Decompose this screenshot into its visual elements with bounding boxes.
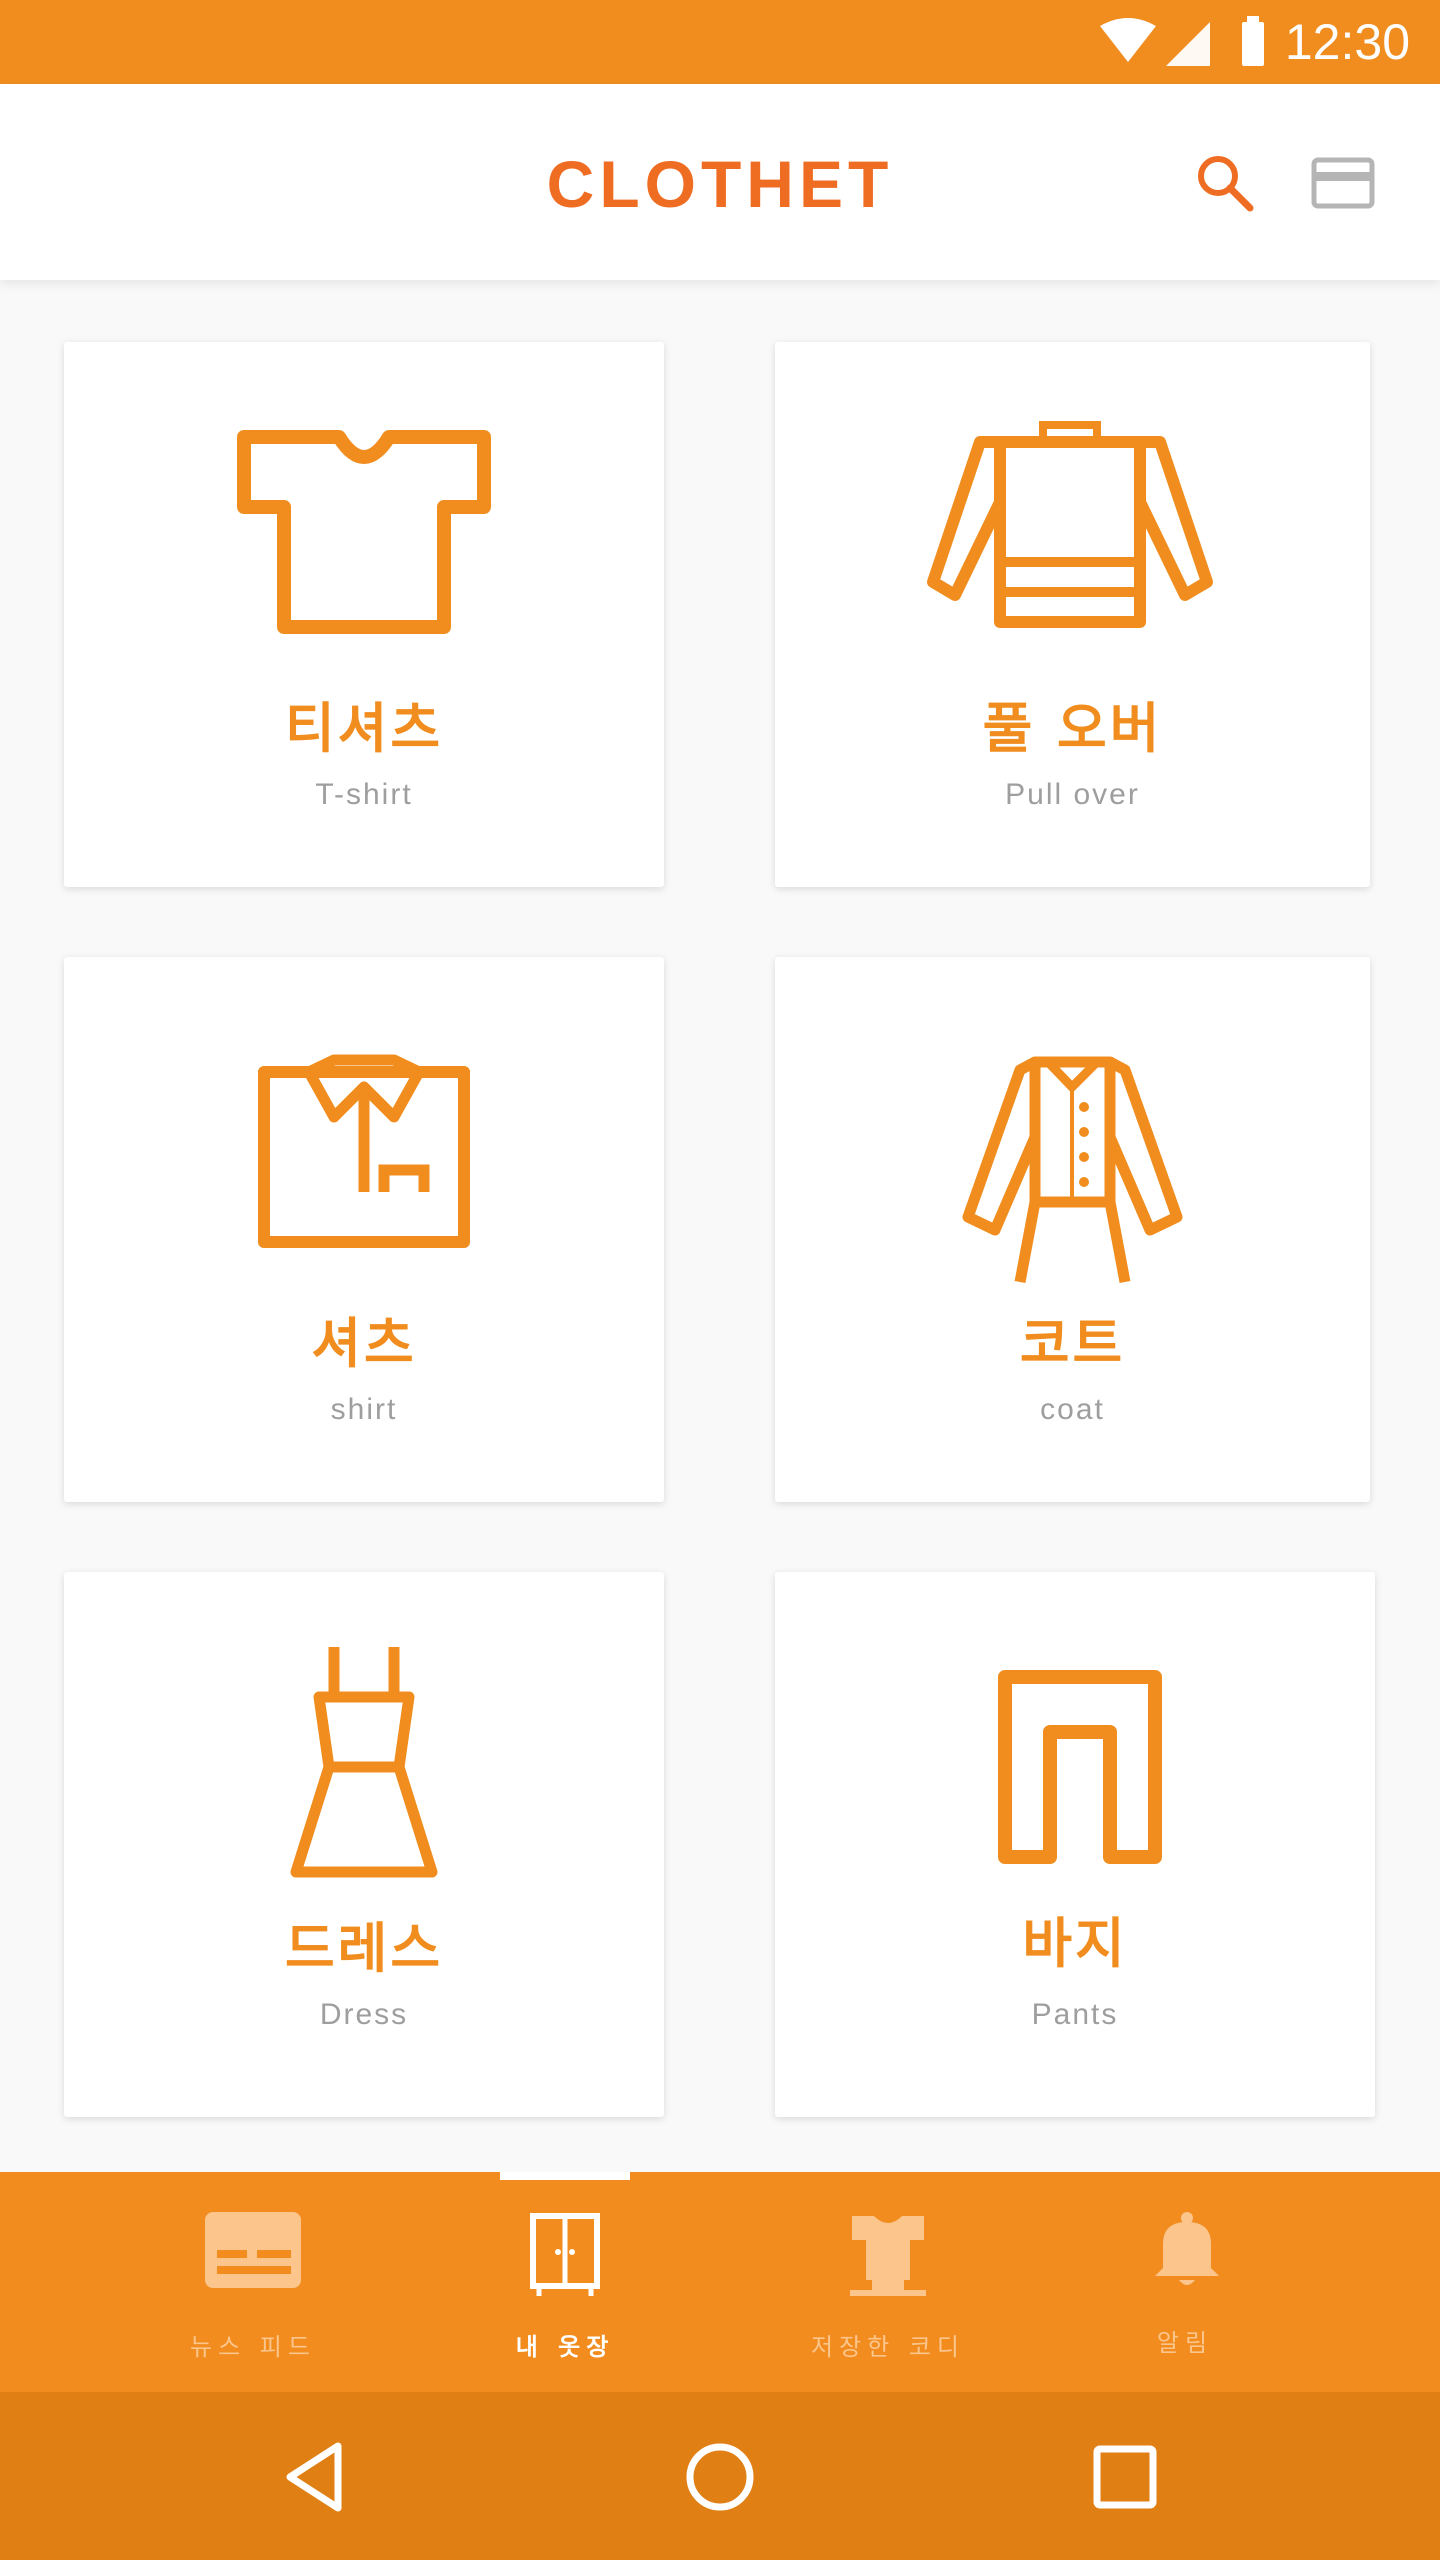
nav-label: 알림 xyxy=(1156,2329,1214,2357)
card-icon[interactable] xyxy=(1308,148,1378,218)
saved-outfit-icon xyxy=(850,2216,926,2296)
search-icon[interactable] xyxy=(1190,148,1260,218)
shirt-icon xyxy=(258,1054,470,1248)
nav-label: 저장한 코디 xyxy=(810,2333,966,2361)
back-icon[interactable] xyxy=(270,2432,360,2522)
nav-item-notifications[interactable]: 알림 xyxy=(1065,2172,1305,2392)
category-en-label: Pull over xyxy=(1005,778,1140,811)
nav-item-newsfeed[interactable]: 뉴스 피드 xyxy=(133,2172,373,2392)
status-bar: 12:30 xyxy=(0,0,1440,84)
category-en-label: coat xyxy=(1040,1393,1105,1426)
category-ko-label: 드레스 xyxy=(284,1917,444,1980)
category-en-label: T-shirt xyxy=(315,778,413,811)
category-ko-label: 티셔츠 xyxy=(284,697,444,760)
nav-item-saved-outfit[interactable]: 저장한 코디 xyxy=(768,2172,1008,2392)
tshirt-icon xyxy=(237,430,491,634)
system-navigation-bar xyxy=(0,2392,1440,2560)
home-icon[interactable] xyxy=(675,2432,765,2522)
category-card-pullover[interactable]: 풀 오버 Pull over xyxy=(775,342,1370,887)
status-time: 12:30 xyxy=(1284,14,1410,70)
coat-icon xyxy=(962,1056,1183,1284)
wifi-icon xyxy=(1100,18,1156,62)
category-card-coat[interactable]: 코트 coat xyxy=(775,957,1370,1502)
bottom-navigation: 뉴스 피드 내 옷장 저장한 코디 알림 xyxy=(0,2172,1440,2392)
category-card-tshirt[interactable]: 티셔츠 T-shirt xyxy=(64,342,664,887)
category-ko-label: 바지 xyxy=(1022,1912,1128,1975)
wardrobe-icon xyxy=(530,2213,600,2296)
bell-icon xyxy=(1155,2212,1219,2285)
category-en-label: Dress xyxy=(319,1998,409,2031)
category-ko-label: 코트 xyxy=(1019,1312,1126,1375)
battery-icon xyxy=(1242,22,1264,66)
signal-icon xyxy=(1166,22,1210,66)
category-card-shirt[interactable]: 셔츠 shirt xyxy=(64,957,664,1502)
status-icons xyxy=(1100,16,1264,66)
category-ko-label: 셔츠 xyxy=(311,1312,417,1375)
app-bar: CLOTHET xyxy=(0,84,1440,280)
category-card-dress[interactable]: 드레스 Dress xyxy=(64,1572,664,2117)
category-ko-label: 풀 오버 xyxy=(982,697,1163,760)
category-en-label: shirt xyxy=(330,1393,398,1426)
nav-label: 내 옷장 xyxy=(515,2333,615,2361)
nav-item-wardrobe[interactable]: 내 옷장 xyxy=(445,2172,685,2392)
category-en-label: Pants xyxy=(1031,1998,1119,2031)
dress-icon xyxy=(290,1647,438,1878)
pullover-icon xyxy=(927,421,1213,628)
pants-icon xyxy=(998,1670,1162,1864)
newsfeed-icon xyxy=(205,2212,301,2288)
nav-label: 뉴스 피드 xyxy=(190,2333,316,2361)
recents-icon[interactable] xyxy=(1080,2432,1170,2522)
category-card-pants[interactable]: 바지 Pants xyxy=(775,1572,1375,2117)
